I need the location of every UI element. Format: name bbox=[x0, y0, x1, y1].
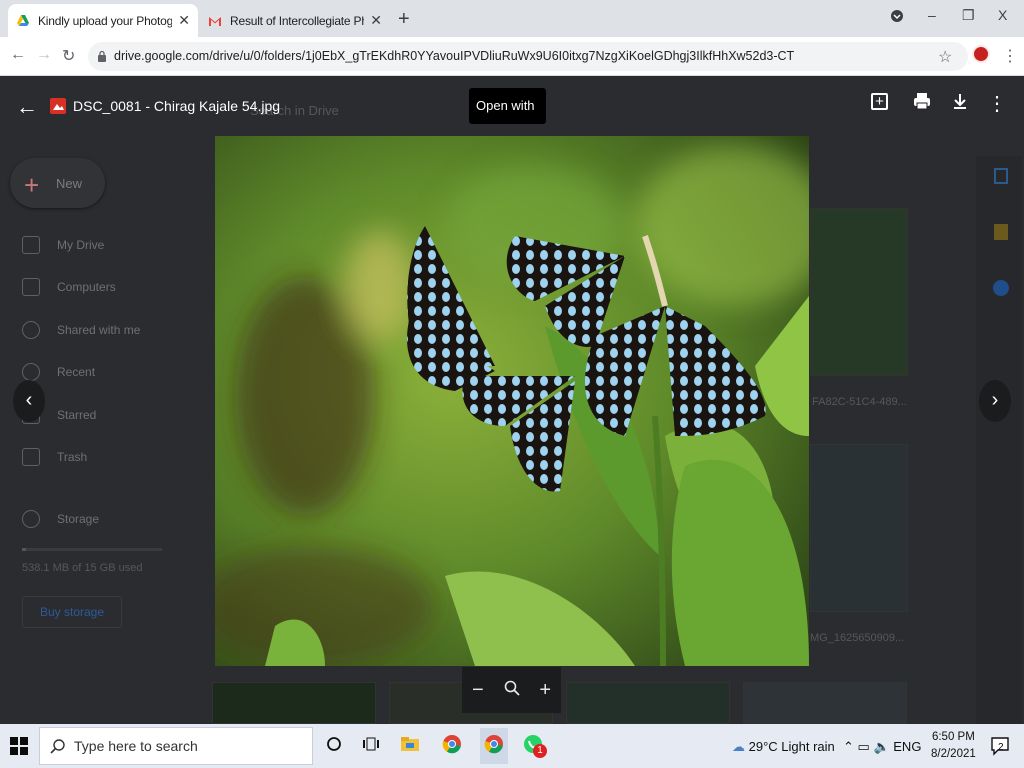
new-tab-button[interactable]: + bbox=[398, 8, 410, 31]
zoom-controls: − + bbox=[462, 667, 561, 713]
file-thumbnail[interactable] bbox=[212, 682, 376, 724]
file-thumbnail[interactable] bbox=[810, 444, 908, 612]
clock-icon bbox=[22, 363, 40, 381]
forward-arrow-icon[interactable]: → bbox=[36, 46, 52, 64]
buy-storage-button[interactable]: Buy storage bbox=[22, 596, 122, 628]
gmail-favicon-icon bbox=[209, 16, 221, 26]
side-panel bbox=[976, 156, 1022, 724]
storage-bar bbox=[22, 548, 162, 551]
sidebar-item-shared[interactable]: Shared with me bbox=[22, 321, 140, 339]
windows-start-icon[interactable] bbox=[10, 737, 28, 755]
download-icon[interactable] bbox=[948, 92, 972, 116]
clock-date: 8/2/2021 bbox=[931, 748, 976, 760]
tab-strip: Kindly upload your Photograph ( ✕ Result… bbox=[0, 0, 1024, 37]
tasks-icon[interactable] bbox=[993, 280, 1009, 296]
minimize-button[interactable]: – bbox=[928, 7, 936, 23]
chrome-icon[interactable] bbox=[440, 734, 464, 758]
whatsapp-badge: 1 bbox=[533, 744, 547, 758]
calendar-icon[interactable] bbox=[994, 168, 1008, 184]
close-window-button[interactable]: X bbox=[998, 7, 1007, 23]
computer-icon bbox=[22, 278, 40, 296]
google-drive-favicon-icon bbox=[17, 14, 29, 26]
action-center-icon[interactable]: 2 bbox=[990, 736, 1010, 756]
file-thumbnail[interactable] bbox=[743, 682, 907, 724]
windows-taskbar: Type here to search 1 ☁ 29°C Light rain … bbox=[0, 724, 1024, 768]
file-label: MG_1625650909... bbox=[810, 632, 905, 644]
language-indicator[interactable]: ENG bbox=[893, 739, 921, 754]
sidebar-item-trash[interactable]: Trash bbox=[22, 448, 87, 466]
file-label: FA82C-51C4-489... bbox=[812, 396, 907, 408]
task-view-icon[interactable] bbox=[359, 734, 383, 758]
chrome-menu-icon[interactable]: ⋮ bbox=[1002, 46, 1018, 66]
system-tray: ⌃ ▭ 🔈 ENG bbox=[843, 739, 921, 755]
viewer-file-name: DSC_0081 - Chirag Kajale 54.jpg bbox=[73, 98, 281, 114]
tab-title: Kindly upload your Photograph ( bbox=[38, 13, 173, 28]
sidebar-item-recent[interactable]: Recent bbox=[22, 363, 95, 381]
preview-photo[interactable] bbox=[215, 136, 809, 666]
zoom-out-button[interactable]: − bbox=[472, 679, 484, 702]
tab-close-icon[interactable]: ✕ bbox=[178, 12, 190, 29]
browser-chrome: Kindly upload your Photograph ( ✕ Result… bbox=[0, 0, 1024, 76]
profile-tab-search-icon[interactable] bbox=[890, 9, 904, 26]
back-arrow-icon[interactable]: ← bbox=[10, 46, 26, 64]
chrome-active-window-icon[interactable] bbox=[480, 728, 508, 764]
bookmark-star-icon[interactable]: ☆ bbox=[938, 47, 952, 67]
chevron-up-icon[interactable]: ⌃ bbox=[843, 739, 854, 754]
whatsapp-icon[interactable]: 1 bbox=[521, 734, 547, 758]
omnibox[interactable]: drive.google.com/drive/u/0/folders/1j0Eb… bbox=[88, 42, 968, 71]
notification-count: 2 bbox=[998, 742, 1004, 753]
keep-icon[interactable] bbox=[994, 224, 1008, 240]
people-icon bbox=[22, 321, 40, 339]
tab-gmail[interactable]: Result of Intercollegiate Photog ✕ bbox=[200, 4, 390, 37]
battery-icon[interactable]: ▭ bbox=[858, 739, 870, 754]
add-to-drive-icon[interactable]: + bbox=[871, 93, 888, 110]
file-thumbnail[interactable] bbox=[810, 208, 908, 376]
image-file-icon bbox=[50, 98, 66, 114]
cloud-icon bbox=[22, 510, 40, 528]
plus-icon: + bbox=[24, 170, 40, 200]
taskbar-search-placeholder: Type here to search bbox=[74, 738, 198, 754]
address-toolbar: ← → ↻ drive.google.com/drive/u/0/folders… bbox=[0, 37, 1024, 76]
next-file-button[interactable]: › bbox=[979, 380, 1011, 422]
taskbar-search-box[interactable]: Type here to search bbox=[39, 727, 313, 765]
weather-widget[interactable]: ☁ 29°C Light rain bbox=[732, 739, 835, 755]
trash-icon bbox=[22, 448, 40, 466]
close-viewer-arrow-icon[interactable]: ← bbox=[16, 94, 38, 120]
new-button[interactable]: + New bbox=[10, 158, 105, 208]
previous-file-button[interactable]: ‹ bbox=[13, 380, 45, 422]
more-actions-icon[interactable]: ⋮ bbox=[985, 92, 1009, 116]
tab-close-icon[interactable]: ✕ bbox=[370, 12, 382, 29]
zoom-magnifier-icon[interactable] bbox=[504, 679, 520, 702]
drive-icon bbox=[22, 236, 40, 254]
profile-avatar[interactable] bbox=[972, 45, 990, 63]
tab-forms[interactable]: Kindly upload your Photograph ( ✕ bbox=[8, 4, 198, 37]
taskbar-clock[interactable]: 6:50 PM 8/2/2021 bbox=[931, 729, 976, 763]
rain-cloud-icon: ☁ bbox=[732, 739, 745, 754]
url-text[interactable]: drive.google.com/drive/u/0/folders/1j0Eb… bbox=[114, 49, 794, 63]
search-icon bbox=[50, 739, 65, 754]
tab-title: Result of Intercollegiate Photog bbox=[230, 13, 364, 28]
open-with-button[interactable]: Open with ▼ bbox=[469, 88, 546, 148]
clock-time: 6:50 PM bbox=[931, 731, 975, 743]
sidebar-item-my-drive[interactable]: My Drive bbox=[22, 236, 104, 254]
file-explorer-icon[interactable] bbox=[398, 734, 422, 758]
lock-icon bbox=[98, 50, 106, 62]
butterflies-photo-image bbox=[215, 136, 809, 666]
zoom-in-button[interactable]: + bbox=[539, 679, 551, 702]
print-icon[interactable] bbox=[910, 92, 934, 116]
viewer-toolbar: ← DSC_0081 - Chirag Kajale 54.jpg Open w… bbox=[0, 76, 1024, 148]
sidebar-item-storage[interactable]: Storage bbox=[22, 510, 99, 528]
file-thumbnail[interactable] bbox=[566, 682, 730, 724]
storage-bar-fill bbox=[22, 548, 26, 551]
sidebar-item-computers[interactable]: Computers bbox=[22, 278, 116, 296]
speaker-icon[interactable]: 🔈 bbox=[873, 739, 889, 754]
cortana-icon[interactable] bbox=[322, 734, 346, 758]
reload-icon[interactable]: ↻ bbox=[62, 46, 75, 66]
maximize-button[interactable]: ❐ bbox=[962, 7, 975, 24]
storage-text: 538.1 MB of 15 GB used bbox=[22, 562, 143, 574]
